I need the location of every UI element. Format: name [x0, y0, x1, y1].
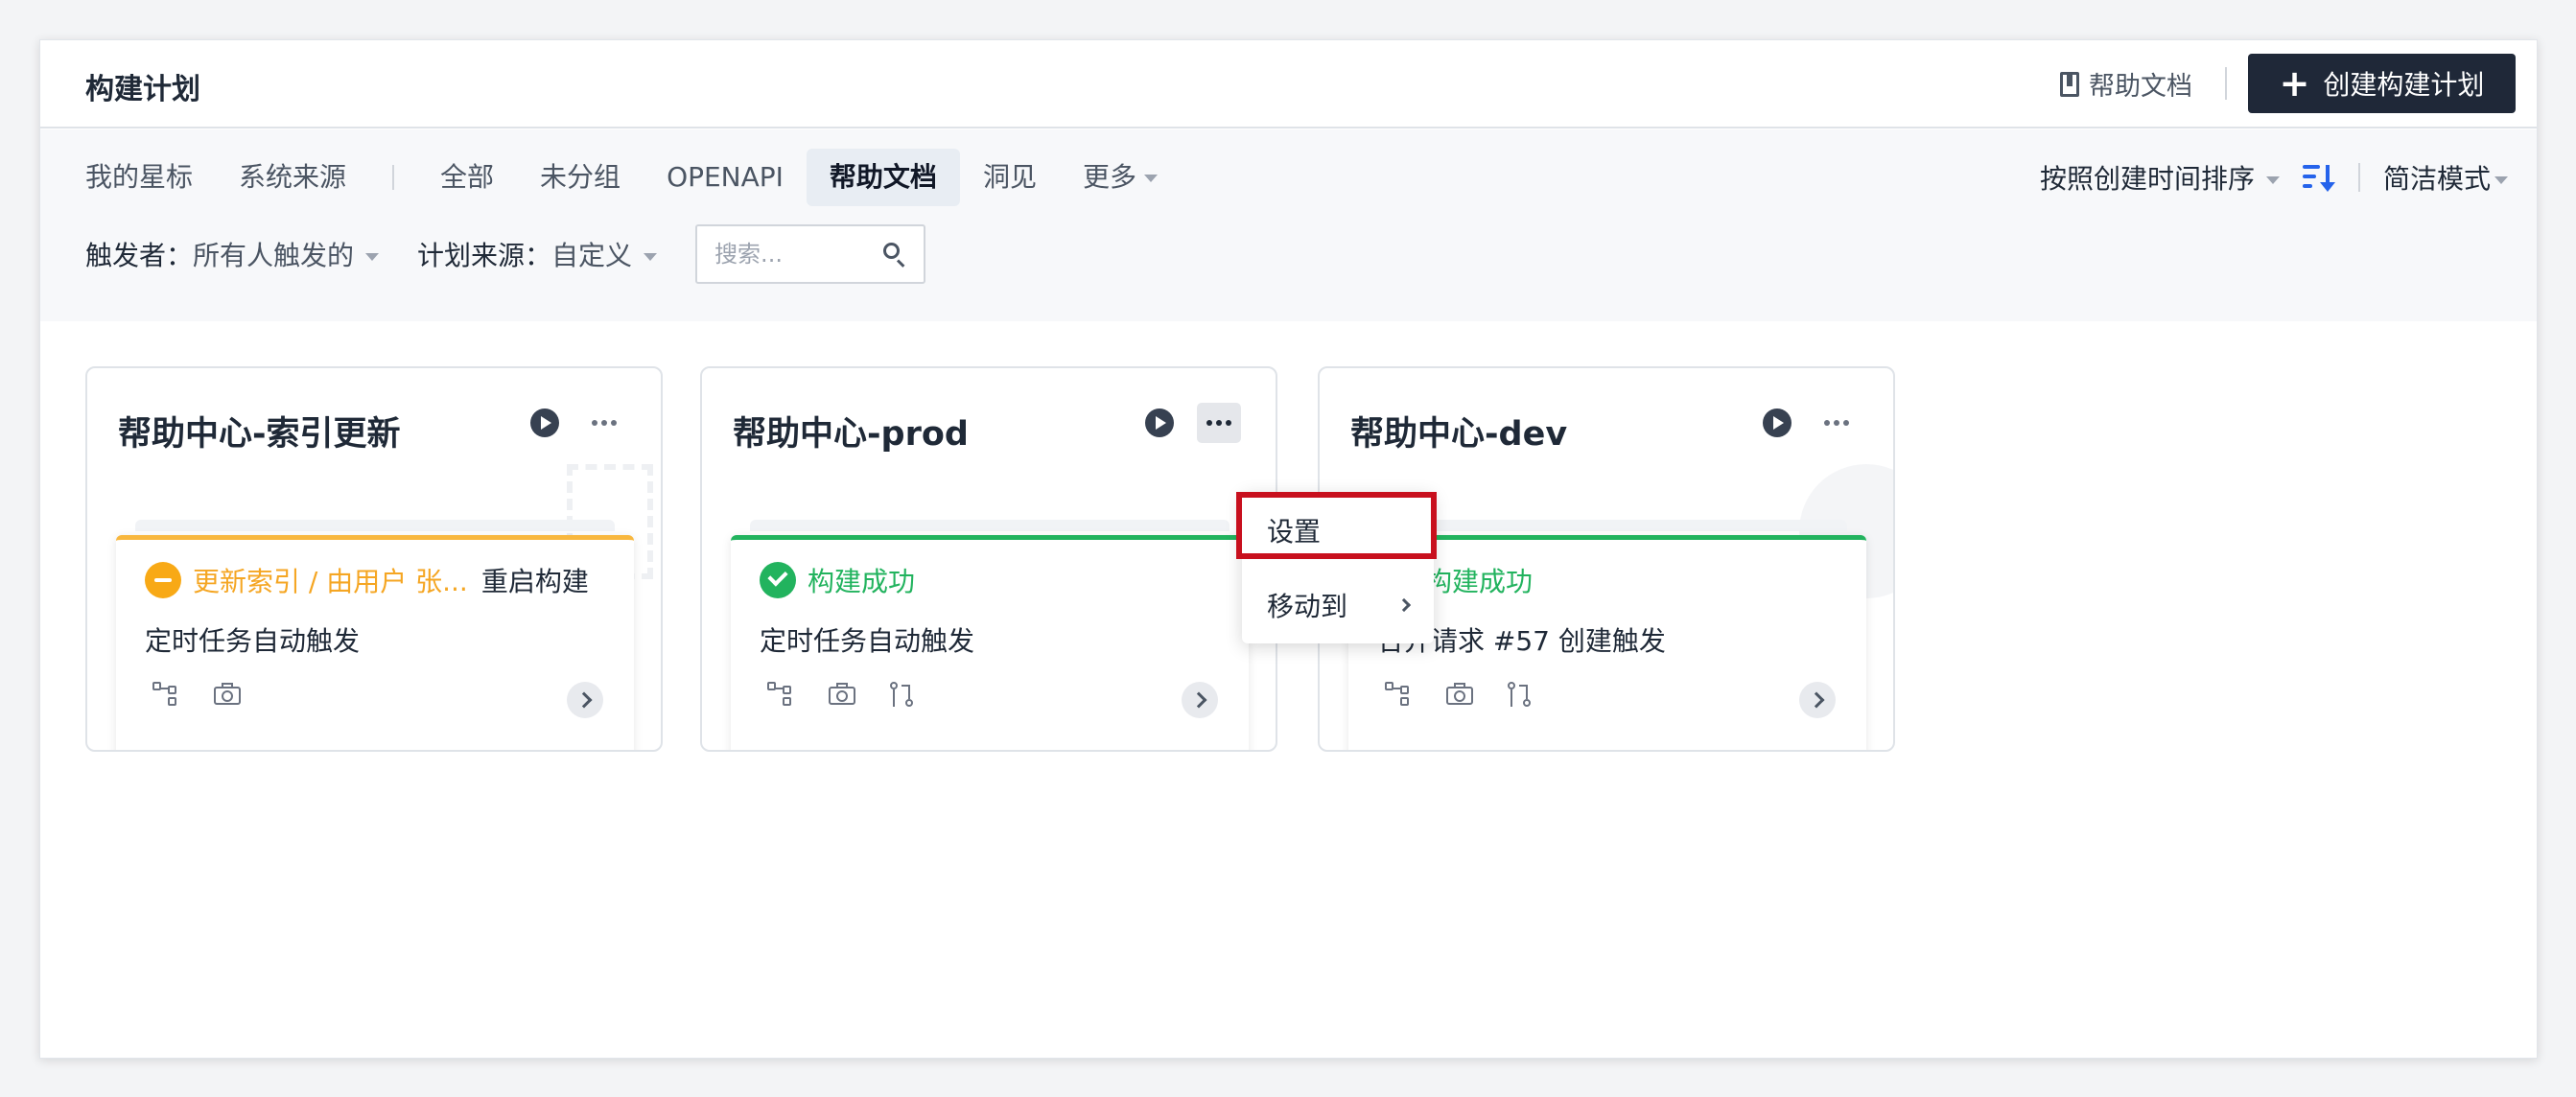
merge-request-icon[interactable] [1508, 682, 1534, 707]
group-tabs: 我的星标 系统来源 全部 未分组 OPENAPI 帮助文档 洞见 更多 [85, 149, 1181, 206]
view-mode-select[interactable]: 简洁模式 [2383, 158, 2508, 197]
sort-direction-icon[interactable] [2302, 163, 2335, 192]
tab-openapi[interactable]: OPENAPI [644, 149, 807, 206]
tab-help-docs[interactable]: 帮助文档 [806, 149, 960, 206]
trigger-description: 定时任务自动触发 [145, 625, 361, 657]
panel-stack-shadow [135, 520, 615, 531]
source-filter-label: 计划来源： [417, 240, 552, 271]
chevron-right-icon[interactable] [567, 682, 603, 718]
snapshot-icon[interactable] [214, 682, 241, 707]
build-actions [1385, 682, 1534, 707]
latest-build-panel[interactable]: 构建成功 定时任务自动触发 [731, 535, 1249, 750]
build-status: 更新索引 / 由用户 张... 重启构建 [145, 561, 589, 599]
snapshot-icon[interactable] [1446, 682, 1473, 707]
pipeline-icon[interactable] [1385, 682, 1412, 707]
filter-area: 我的星标 系统来源 全部 未分组 OPENAPI 帮助文档 洞见 更多 按照创建… [40, 129, 2537, 321]
tab-system-source[interactable]: 系统来源 [216, 149, 369, 206]
help-docs-label: 帮助文档 [2089, 72, 2192, 102]
build-plans-window: 构建计划 帮助文档 + 创建构建计划 我的星标 系统来源 全部 未分组 OPEN… [39, 39, 2538, 1059]
snapshot-icon[interactable] [829, 682, 855, 707]
caret-down-icon [1143, 175, 1158, 182]
trigger-description: 定时任务自动触发 [760, 625, 975, 657]
search-icon[interactable] [883, 243, 906, 268]
more-options-icon[interactable] [582, 403, 626, 443]
view-mode-label: 简洁模式 [2382, 163, 2491, 195]
chevron-right-icon[interactable] [1799, 682, 1836, 718]
build-status-text[interactable]: 构建成功 [1425, 561, 1533, 599]
more-options-icon[interactable] [1815, 403, 1859, 443]
panel-stack-shadow [750, 520, 1229, 531]
build-actions [152, 682, 241, 707]
sort-controls: 按照创建时间排序 简洁模式 [2040, 149, 2508, 206]
tab-all[interactable]: 全部 [417, 149, 517, 206]
trigger-filter-label: 触发者： [85, 240, 194, 271]
caret-down-icon [2494, 176, 2508, 184]
menu-item-move-to[interactable]: 移动到 [1242, 574, 1434, 636]
card-title: 帮助中心-prod [733, 415, 969, 454]
plus-icon: + [2279, 62, 2310, 105]
tab-insight[interactable]: 洞见 [960, 149, 1060, 206]
caret-down-icon [365, 253, 380, 261]
page-header: 构建计划 帮助文档 + 创建构建计划 [40, 40, 2537, 128]
highlight-annotation [1236, 492, 1437, 559]
build-actions [767, 682, 917, 707]
build-status: 构建成功 [760, 561, 915, 599]
play-icon[interactable] [530, 408, 559, 437]
build-plan-card[interactable]: 帮助中心-索引更新 更新索引 / 由用户 张... 重启构建 定时任务自动触发 [85, 366, 663, 752]
card-title: 帮助中心-dev [1350, 415, 1568, 454]
more-options-icon[interactable] [1197, 403, 1241, 443]
create-build-plan-label: 创建构建计划 [2323, 69, 2485, 101]
sort-order-select[interactable]: 按照创建时间排序 [2040, 158, 2280, 197]
sort-divider [2357, 163, 2360, 192]
tab-ungrouped[interactable]: 未分组 [517, 149, 644, 206]
create-build-plan-button[interactable]: + 创建构建计划 [2248, 54, 2516, 113]
caret-down-icon [644, 253, 658, 261]
search-box [695, 224, 926, 284]
tab-more-label: 更多 [1082, 161, 1136, 193]
in-progress-icon [145, 562, 181, 598]
filter-row: 触发者：所有人触发的 计划来源：自定义 [85, 224, 926, 284]
build-plan-card[interactable]: 帮助中心-prod 构建成功 定时任务自动触发 [700, 366, 1277, 752]
page-title: 构建计划 [85, 73, 200, 106]
bookmark-icon [2060, 71, 2079, 97]
header-divider [2225, 67, 2227, 100]
source-filter[interactable]: 计划来源：自定义 [417, 235, 658, 273]
play-icon[interactable] [1145, 408, 1174, 437]
tab-divider [392, 165, 395, 190]
chevron-right-icon[interactable] [1182, 682, 1218, 718]
build-status-text[interactable]: 更新索引 / 由用户 张... [193, 561, 468, 599]
play-icon[interactable] [1763, 408, 1791, 437]
source-filter-value: 自定义 [551, 240, 633, 271]
sort-order-label: 按照创建时间排序 [2039, 163, 2255, 195]
help-docs-link[interactable]: 帮助文档 [2060, 65, 2192, 103]
card-title: 帮助中心-索引更新 [118, 415, 401, 454]
latest-build-panel[interactable]: 更新索引 / 由用户 张... 重启构建 定时任务自动触发 [116, 535, 634, 750]
trigger-filter[interactable]: 触发者：所有人触发的 [85, 235, 380, 273]
tab-my-stars[interactable]: 我的星标 [85, 149, 216, 206]
chevron-right-icon [1396, 597, 1412, 613]
restart-build-link[interactable]: 重启构建 [481, 561, 589, 599]
pipeline-icon[interactable] [152, 682, 179, 707]
pipeline-icon[interactable] [767, 682, 794, 707]
build-status-text[interactable]: 构建成功 [808, 561, 915, 599]
check-circle-icon [760, 562, 796, 598]
search-input[interactable] [714, 241, 869, 268]
tab-more[interactable]: 更多 [1060, 149, 1181, 206]
menu-item-move-to-label: 移动到 [1267, 591, 1348, 622]
trigger-filter-value: 所有人触发的 [193, 240, 355, 271]
merge-request-icon[interactable] [890, 682, 917, 707]
caret-down-icon [2265, 176, 2280, 184]
panel-stack-shadow [1368, 520, 1847, 531]
